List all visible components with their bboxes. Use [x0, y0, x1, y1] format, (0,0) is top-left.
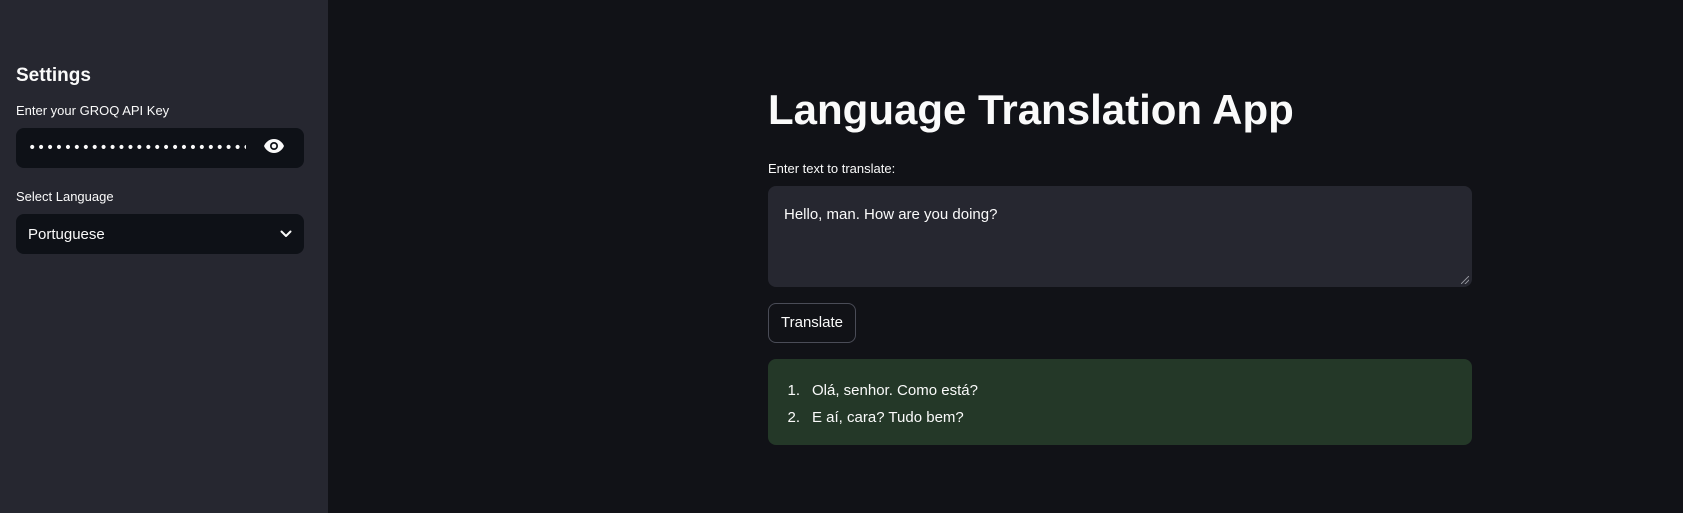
list-item: 1. Olá, senhor. Como está?	[784, 377, 1456, 404]
text-input[interactable]: Hello, man. How are you doing?	[768, 186, 1472, 287]
list-item: 2. E aí, cara? Tudo bem?	[784, 404, 1456, 431]
language-label: Select Language	[16, 189, 114, 204]
list-item-number: 1.	[787, 382, 800, 399]
api-key-field[interactable]	[16, 128, 304, 168]
result-list: 1. Olá, senhor. Como está? 2. E aí, cara…	[784, 377, 1456, 431]
api-key-input[interactable]	[26, 139, 248, 157]
content-column: Language Translation App Enter text to t…	[768, 80, 1472, 445]
app-root: Settings Enter your GROQ API Key Select …	[0, 0, 1683, 513]
list-item-text: E aí, cara? Tudo bem?	[812, 409, 964, 426]
translation-result: 1. Olá, senhor. Como está? 2. E aí, cara…	[768, 359, 1472, 445]
language-selected-value: Portuguese	[28, 225, 105, 243]
list-item-number: 2.	[787, 409, 800, 426]
translate-button[interactable]: Translate	[768, 303, 856, 343]
show-password-button[interactable]	[254, 128, 294, 168]
main-content: Language Translation App Enter text to t…	[328, 0, 1683, 513]
text-input-container: Hello, man. How are you doing?	[768, 186, 1472, 287]
sidebar-title: Settings	[16, 65, 91, 86]
text-input-label: Enter text to translate:	[768, 161, 896, 176]
page-title: Language Translation App	[768, 86, 1294, 133]
list-item-text: Olá, senhor. Como está?	[812, 382, 978, 399]
resize-handle-icon[interactable]	[1461, 276, 1469, 284]
sidebar: Settings Enter your GROQ API Key Select …	[0, 0, 328, 513]
chevron-down-icon	[280, 225, 292, 243]
language-select[interactable]: Portuguese	[16, 214, 304, 254]
eye-icon	[264, 138, 284, 158]
api-key-label: Enter your GROQ API Key	[16, 103, 170, 118]
